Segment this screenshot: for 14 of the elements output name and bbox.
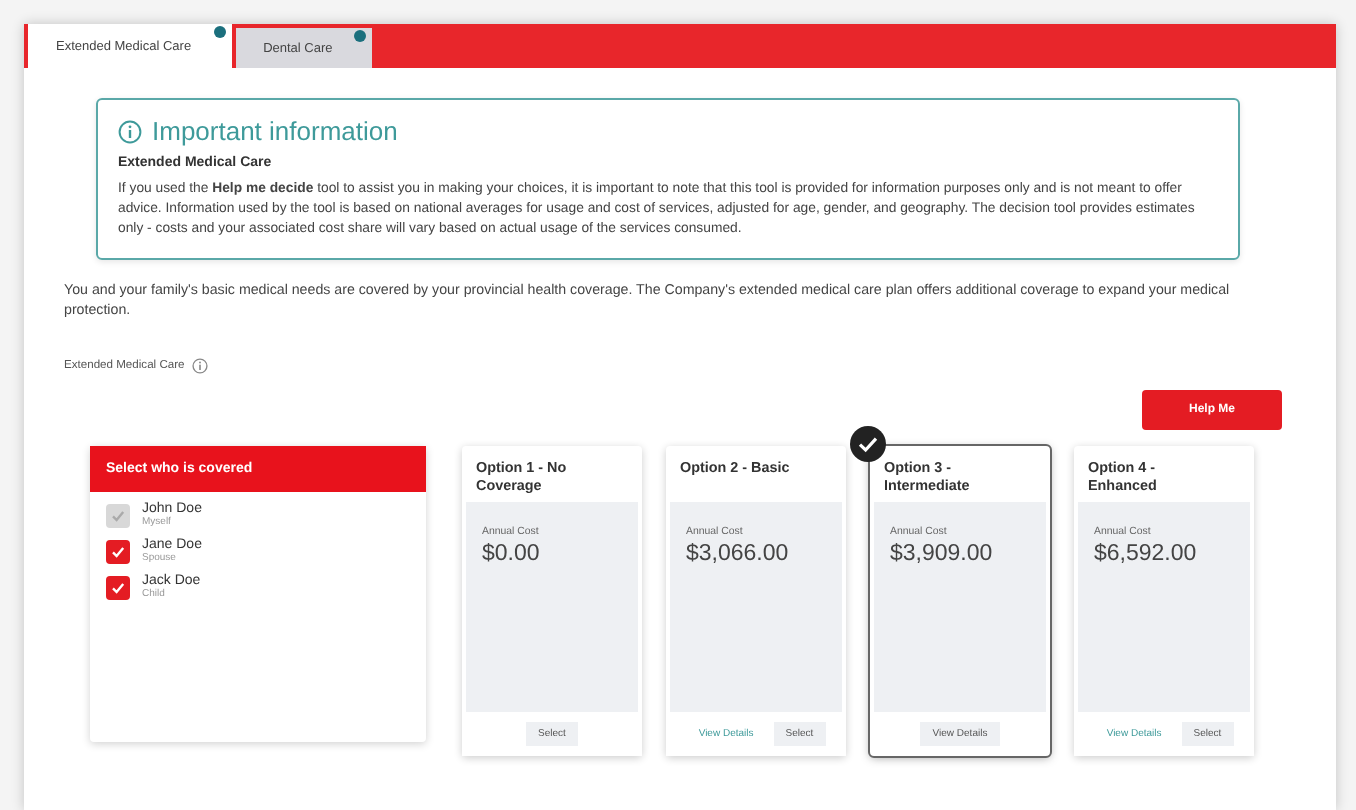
notification-dot-icon [354, 30, 367, 42]
check-icon [110, 543, 126, 559]
checkbox[interactable] [106, 539, 130, 563]
check-icon [110, 507, 126, 523]
cost-value: $3,909.00 [890, 542, 995, 566]
checkbox[interactable] [106, 575, 130, 599]
info-title: Important information [152, 116, 398, 146]
notification-dot-icon [213, 26, 226, 38]
cost-value: $0.00 [482, 542, 542, 566]
info-icon[interactable] [192, 358, 209, 374]
check-icon [110, 579, 126, 595]
cost-value: $3,066.00 [686, 542, 791, 566]
cost-value: $6,592.00 [1094, 542, 1199, 566]
info-icon [118, 119, 142, 143]
